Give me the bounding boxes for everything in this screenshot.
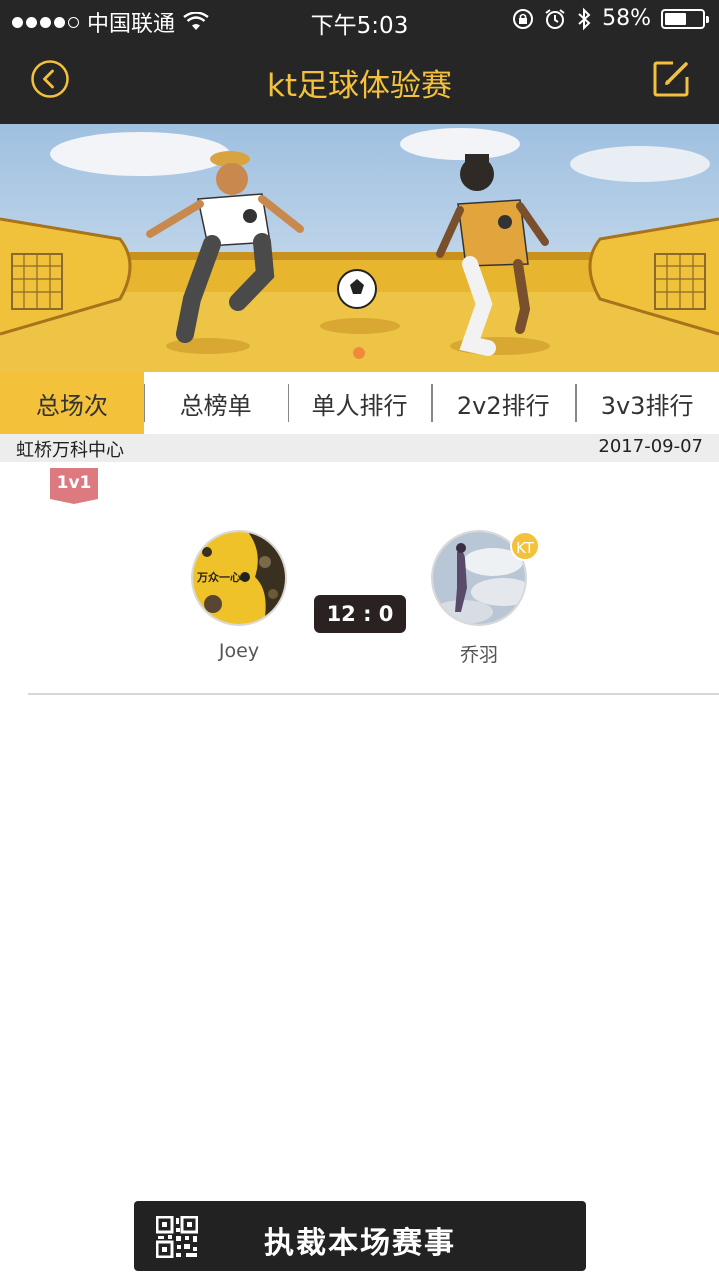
banner-pager-dot [353,347,365,359]
tab-divider [287,384,290,422]
page-title: kt足球体验赛 [266,68,453,104]
battery-percent: 58% [602,6,651,31]
tab-label: 2v2排行 [456,391,550,420]
bluetooth-icon [578,7,591,30]
tab-3v3-ranking[interactable]: 3v3排行 [575,372,719,434]
match-score: 12 : 0 [314,595,406,633]
tab-bar: 总场次 总榜单 单人排行 2v2排行 3v3排行 [0,372,719,434]
match-mode-label: 1v1 [50,468,98,499]
avatar[interactable]: 万众一心 [191,530,287,626]
match-date: 2017-09-07 [598,436,703,457]
status-right: 58% [512,6,709,31]
edit-icon[interactable] [651,59,691,99]
venue-name: 虹桥万科中心 [16,440,124,461]
match-divider [28,693,719,695]
tab-label: 单人排行 [311,391,408,420]
tab-label: 总榜单 [179,391,252,420]
battery-fill [665,12,686,25]
banner-illustration [0,124,719,372]
tab-total-matches[interactable]: 总场次 [0,372,144,434]
nav-bar: kt足球体验赛 [0,40,719,124]
tab-label: 总场次 [35,391,108,420]
player-name-left: Joey [218,640,260,662]
tab-divider [575,384,577,422]
rotation-lock-icon [513,8,534,29]
avatar-image: 万众一心 [193,532,285,624]
tab-label: 3v3排行 [600,391,694,420]
battery-icon [661,8,709,29]
tab-divider [143,384,146,422]
status-bar: 中国联通 下午5:03 58% [0,0,719,40]
tab-divider [431,384,433,422]
tab-2v2-ranking[interactable]: 2v2排行 [431,372,575,434]
tab-single-ranking[interactable]: 单人排行 [287,372,432,434]
kt-badge: KT [510,531,540,561]
banner-carousel[interactable] [0,124,719,372]
alarm-icon [545,8,565,29]
referee-match-button[interactable]: 执裁本场赛事 [134,1201,586,1271]
match-mode-tag: 1v1 [50,468,98,504]
referee-button-label: 执裁本场赛事 [264,1226,456,1261]
match-info-bar: 虹桥万科中心 2017-09-07 [0,434,719,462]
avatar-text: 万众一心 [196,570,241,584]
tab-total-leaderboard[interactable]: 总榜单 [143,372,288,434]
player-name-right: 乔羽 [459,644,498,666]
